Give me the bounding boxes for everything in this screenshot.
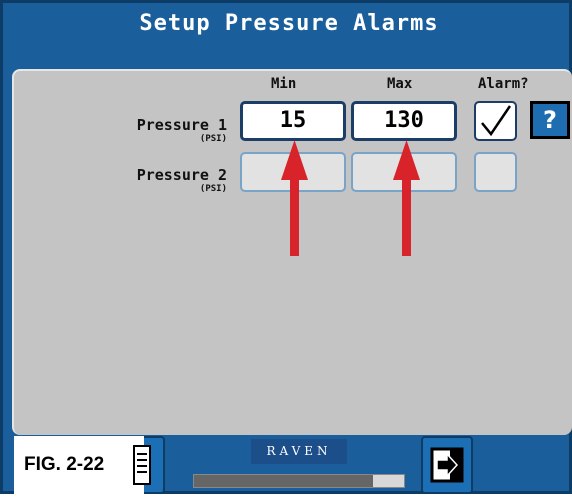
figure-caption: FIG. 2-22	[14, 436, 144, 494]
annotation-arrows	[281, 140, 420, 256]
annotation-arrow-min-head	[281, 140, 308, 180]
annotation-arrow-max-head	[393, 140, 420, 180]
document-icon	[133, 445, 151, 485]
annotation-arrow-max-shaft	[402, 170, 411, 256]
annotation-arrow-min-shaft	[290, 170, 299, 256]
